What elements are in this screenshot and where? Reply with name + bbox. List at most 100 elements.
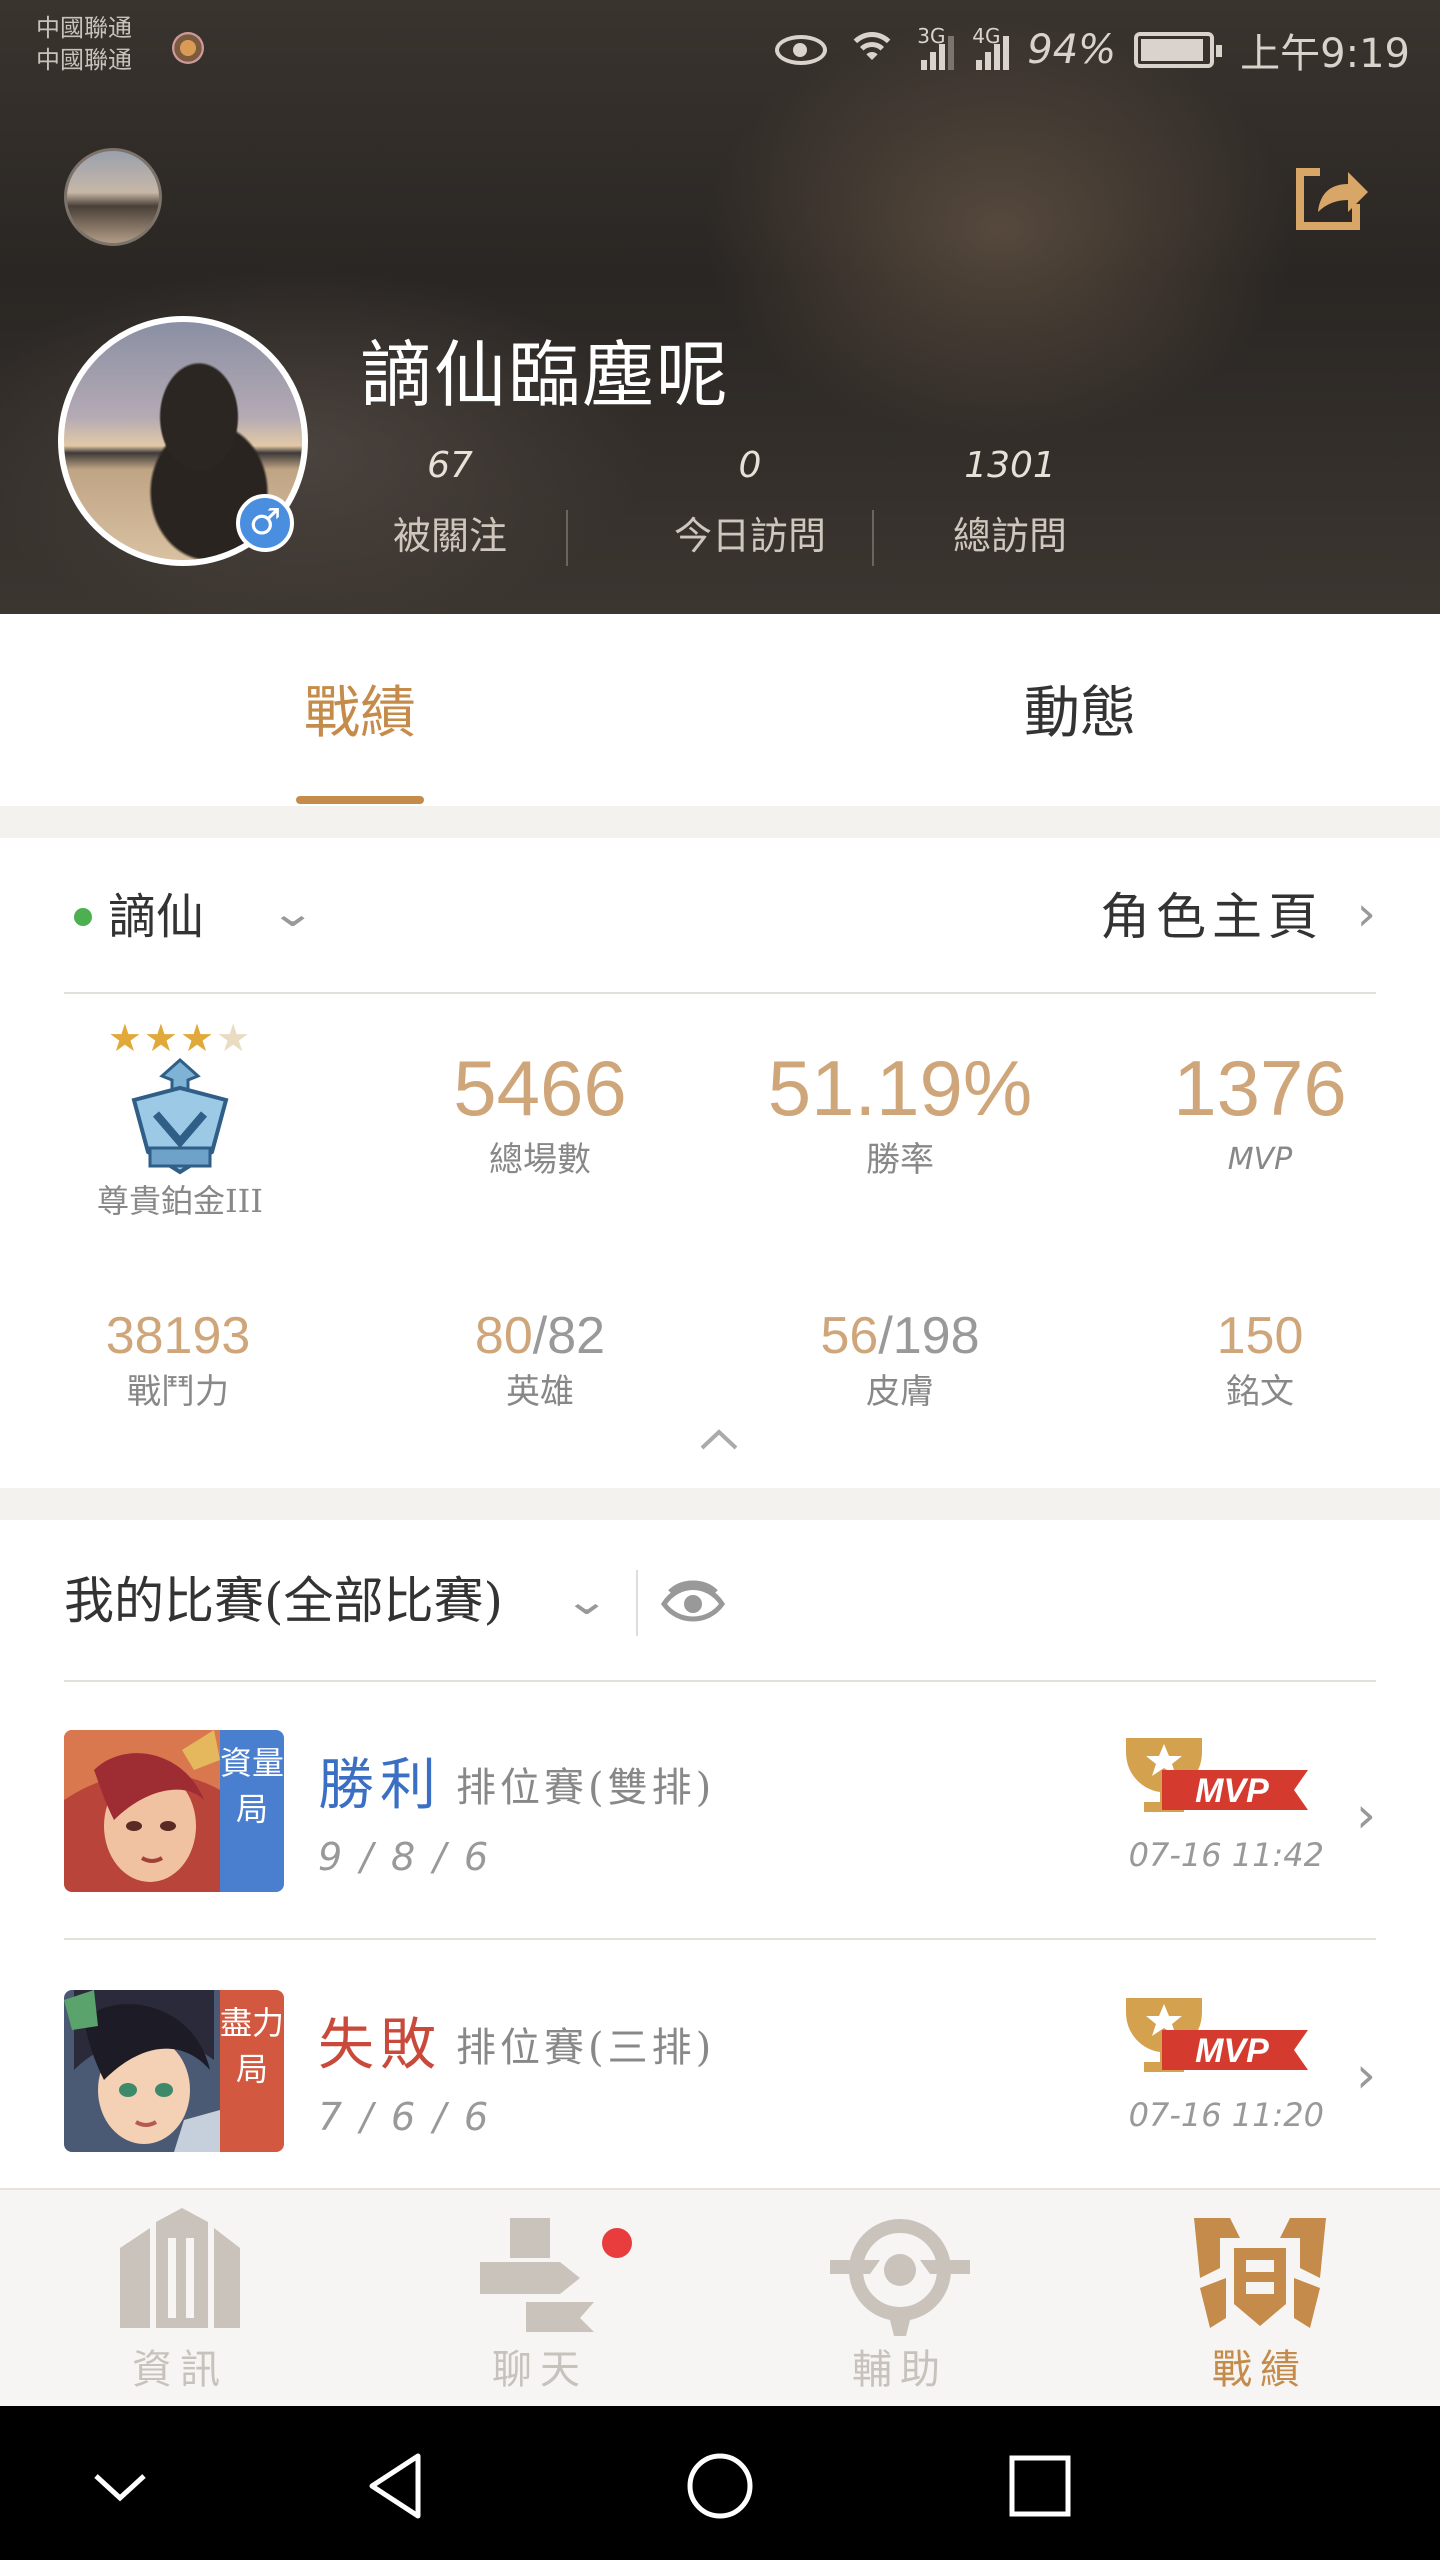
match-row[interactable]: 盡力局 失敗 排位賽(三排) 7/6/6 MVP 07-16 11:20 ›	[64, 1942, 1376, 2200]
chevron-right-icon[interactable]: ›	[1356, 2046, 1376, 2104]
total-games-value: 5466	[453, 1044, 627, 1132]
power-stat: 38193 戰鬥力	[28, 1304, 328, 1416]
match-time: 07-16 11:20	[1128, 2096, 1324, 2134]
runes-stat[interactable]: 150 銘文	[1110, 1304, 1410, 1416]
hero-portrait: 資量局	[64, 1730, 284, 1892]
today-visits-label: 今日訪問	[673, 514, 826, 558]
rank-badge[interactable]: ★★★★ 尊貴鉑金III	[70, 1016, 290, 1220]
nav-item-record[interactable]: 戰績	[1080, 2190, 1440, 2408]
signal-3g-icon: 3G	[917, 24, 955, 70]
network-3g-label: 3G	[917, 24, 946, 48]
nav-label-chat: 聊天	[492, 2347, 588, 2393]
star-empty-icon: ★	[216, 1016, 253, 1060]
signal-4g-icon: 4G	[972, 24, 1010, 70]
stats-card: 謫仙 ⌄ 角色主頁 › ★★★★ 尊貴鉑金III 5466 總場數 51.19%…	[0, 838, 1440, 1488]
match-time: 07-16 11:42	[1128, 1836, 1324, 1874]
total-visits-stat[interactable]: 1301 總訪問	[890, 440, 1130, 566]
hero-portrait-image	[64, 1730, 220, 1892]
record-icon	[1194, 2218, 1326, 2328]
mvp-trophy-icon: MVP	[1126, 1998, 1308, 2072]
share-icon[interactable]	[1290, 158, 1370, 234]
role-selector[interactable]: 謫仙	[108, 882, 204, 952]
skins-total: /198	[878, 1307, 980, 1365]
win-rate-stat: 51.19% 勝率	[750, 1038, 1050, 1182]
tab-record[interactable]: 戰績	[230, 674, 490, 754]
runes-value: 150	[1216, 1307, 1304, 1365]
today-visits-stat[interactable]: 0 今日訪問	[600, 440, 900, 566]
chat-icon	[480, 2218, 594, 2332]
match-tag: 資量局	[220, 1730, 284, 1892]
match-result: 勝利	[318, 1753, 442, 1818]
total-visits-count: 1301	[964, 445, 1056, 486]
chevron-up-icon[interactable]	[696, 1418, 742, 1464]
home-icon[interactable]	[680, 2446, 760, 2526]
match-mode: 排位賽(雙排)	[456, 1765, 716, 1811]
hide-nav-chevron-icon[interactable]	[80, 2446, 160, 2526]
eye-comfort-icon	[775, 35, 828, 65]
skins-label: 皮膚	[866, 1372, 934, 1412]
star-icon: ★	[180, 1016, 217, 1060]
nav-label-assist: 輔助	[852, 2347, 948, 2393]
match-mode: 排位賽(三排)	[456, 2025, 716, 2071]
carrier-label-1: 中國聯通	[36, 14, 132, 42]
battery-icon	[1134, 32, 1223, 68]
mvp-label: MVP	[1227, 1142, 1293, 1177]
chevron-down-icon[interactable]: ⌄	[269, 890, 316, 936]
star-icon: ★	[107, 1016, 144, 1060]
system-nav-bar	[0, 2406, 1440, 2560]
visibility-eye-icon[interactable]	[660, 1574, 726, 1630]
back-icon[interactable]	[360, 2446, 440, 2526]
nav-label-news: 資訊	[132, 2347, 228, 2393]
account-avatar-button[interactable]	[64, 148, 162, 246]
heroes-total: /82	[532, 1307, 606, 1365]
notification-dot	[602, 2228, 632, 2258]
online-status-dot	[74, 908, 92, 926]
app-notification-icon	[172, 32, 204, 64]
tab-feed[interactable]: 動態	[950, 674, 1210, 754]
matches-card: 我的比賽(全部比賽) ⌄ 資量局 勝利 排位賽(雙排) 9/8/6 MVP 07…	[0, 1520, 1440, 2190]
total-games-stat: 5466 總場數	[390, 1038, 690, 1182]
win-rate-label: 勝率	[866, 1140, 934, 1180]
profile-tabs: 戰績 動態	[0, 614, 1440, 806]
followers-count: 67	[427, 445, 473, 486]
skins-stat[interactable]: 56/198 皮膚	[750, 1304, 1050, 1416]
match-filter-dropdown[interactable]: 我的比賽(全部比賽)	[64, 1566, 503, 1636]
assist-icon	[830, 2219, 970, 2336]
matches-header: 我的比賽(全部比賽) ⌄	[64, 1520, 1376, 1682]
platinum-rank-icon	[131, 1057, 229, 1175]
mvp-badge-label: MVP	[1195, 2032, 1269, 2070]
nav-item-news[interactable]: 資訊	[0, 2190, 360, 2408]
stat-divider	[872, 510, 874, 566]
hero-portrait: 盡力局	[64, 1990, 284, 2152]
clock: 上午9:19	[1240, 31, 1410, 77]
mvp-stat: 1376 MVP	[1110, 1038, 1410, 1182]
total-visits-label: 總訪問	[952, 514, 1067, 558]
role-home-link[interactable]: 角色主頁	[1100, 882, 1324, 952]
match-kda: 9/8/6	[318, 1835, 507, 1879]
recents-icon[interactable]	[1000, 2446, 1080, 2526]
news-icon	[120, 2208, 240, 2328]
nav-item-assist[interactable]: 輔助	[720, 2190, 1080, 2408]
active-tab-indicator	[296, 796, 424, 804]
star-icon: ★	[143, 1016, 180, 1060]
heroes-stat[interactable]: 80/82 英雄	[390, 1304, 690, 1416]
today-visits-count: 0	[738, 445, 762, 486]
match-row[interactable]: 資量局 勝利 排位賽(雙排) 9/8/6 MVP 07-16 11:42 ›	[64, 1682, 1376, 1940]
chevron-right-icon[interactable]: ›	[1356, 1786, 1376, 1844]
followers-stat[interactable]: 67 被關注	[330, 440, 570, 566]
carrier-info: 中國聯通 中國聯通	[36, 12, 132, 76]
nav-label-record: 戰績	[1212, 2347, 1308, 2393]
power-label: 戰鬥力	[127, 1372, 229, 1412]
chevron-right-icon[interactable]: ›	[1357, 886, 1376, 942]
rank-name: 尊貴鉑金III	[97, 1182, 263, 1220]
divider	[636, 1570, 638, 1636]
power-value: 38193	[105, 1307, 251, 1365]
nav-item-chat[interactable]: 聊天	[360, 2190, 720, 2408]
win-rate-value: 51.19%	[767, 1044, 1033, 1132]
chevron-down-icon[interactable]: ⌄	[563, 1578, 610, 1624]
profile-nickname: 謫仙臨塵呢	[360, 333, 731, 417]
heroes-label: 英雄	[506, 1372, 574, 1412]
wifi-icon	[845, 30, 899, 70]
mvp-value: 1376	[1173, 1044, 1347, 1132]
total-games-label: 總場數	[489, 1140, 591, 1180]
